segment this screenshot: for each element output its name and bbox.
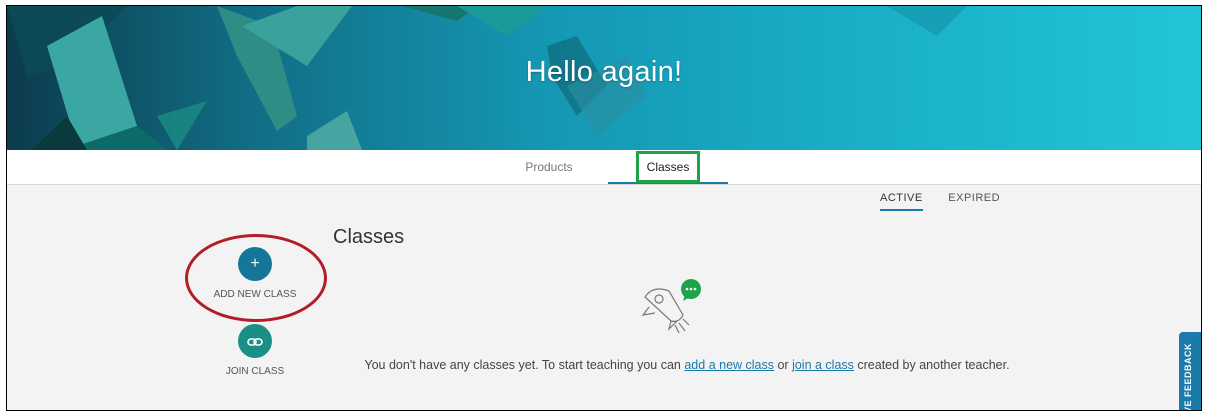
page-title: Classes: [333, 226, 405, 248]
empty-text-suffix: created by another teacher.: [853, 358, 1010, 372]
plus-icon: +: [238, 247, 272, 281]
status-filter: ACTIVE EXPIRED: [880, 192, 1022, 211]
tab-bar: Products Classes: [7, 150, 1201, 185]
join-class-label: JOIN CLASS: [225, 366, 285, 377]
join-class-link[interactable]: join a class: [792, 358, 854, 372]
empty-text-prefix: You don't have any classes yet. To start…: [364, 358, 685, 372]
add-new-class-link[interactable]: add a new class: [684, 358, 774, 372]
subtab-expired[interactable]: EXPIRED: [948, 192, 1000, 209]
hero-title: Hello again!: [525, 56, 683, 88]
tab-classes[interactable]: Classes: [608, 150, 728, 184]
add-new-class-button[interactable]: + ADD NEW CLASS: [195, 247, 315, 300]
empty-text-mid: or: [774, 358, 793, 372]
app-frame: Hello again! Products Classes ACTIVE EXP…: [6, 5, 1202, 411]
tab-products[interactable]: Products: [504, 150, 594, 184]
empty-state-message: You don't have any classes yet. To start…: [337, 358, 1037, 372]
link-icon: [238, 324, 272, 358]
give-feedback-tab[interactable]: IVE FEEDBACK: [1179, 332, 1201, 411]
join-class-button[interactable]: JOIN CLASS: [195, 324, 315, 377]
add-new-class-label: ADD NEW CLASS: [213, 289, 297, 300]
hero-banner: Hello again!: [7, 6, 1201, 150]
tab-classes-label: Classes: [635, 151, 701, 183]
subtab-active[interactable]: ACTIVE: [880, 192, 923, 211]
feedback-label: IVE FEEDBACK: [1183, 342, 1193, 411]
rocket-icon: [635, 277, 707, 342]
